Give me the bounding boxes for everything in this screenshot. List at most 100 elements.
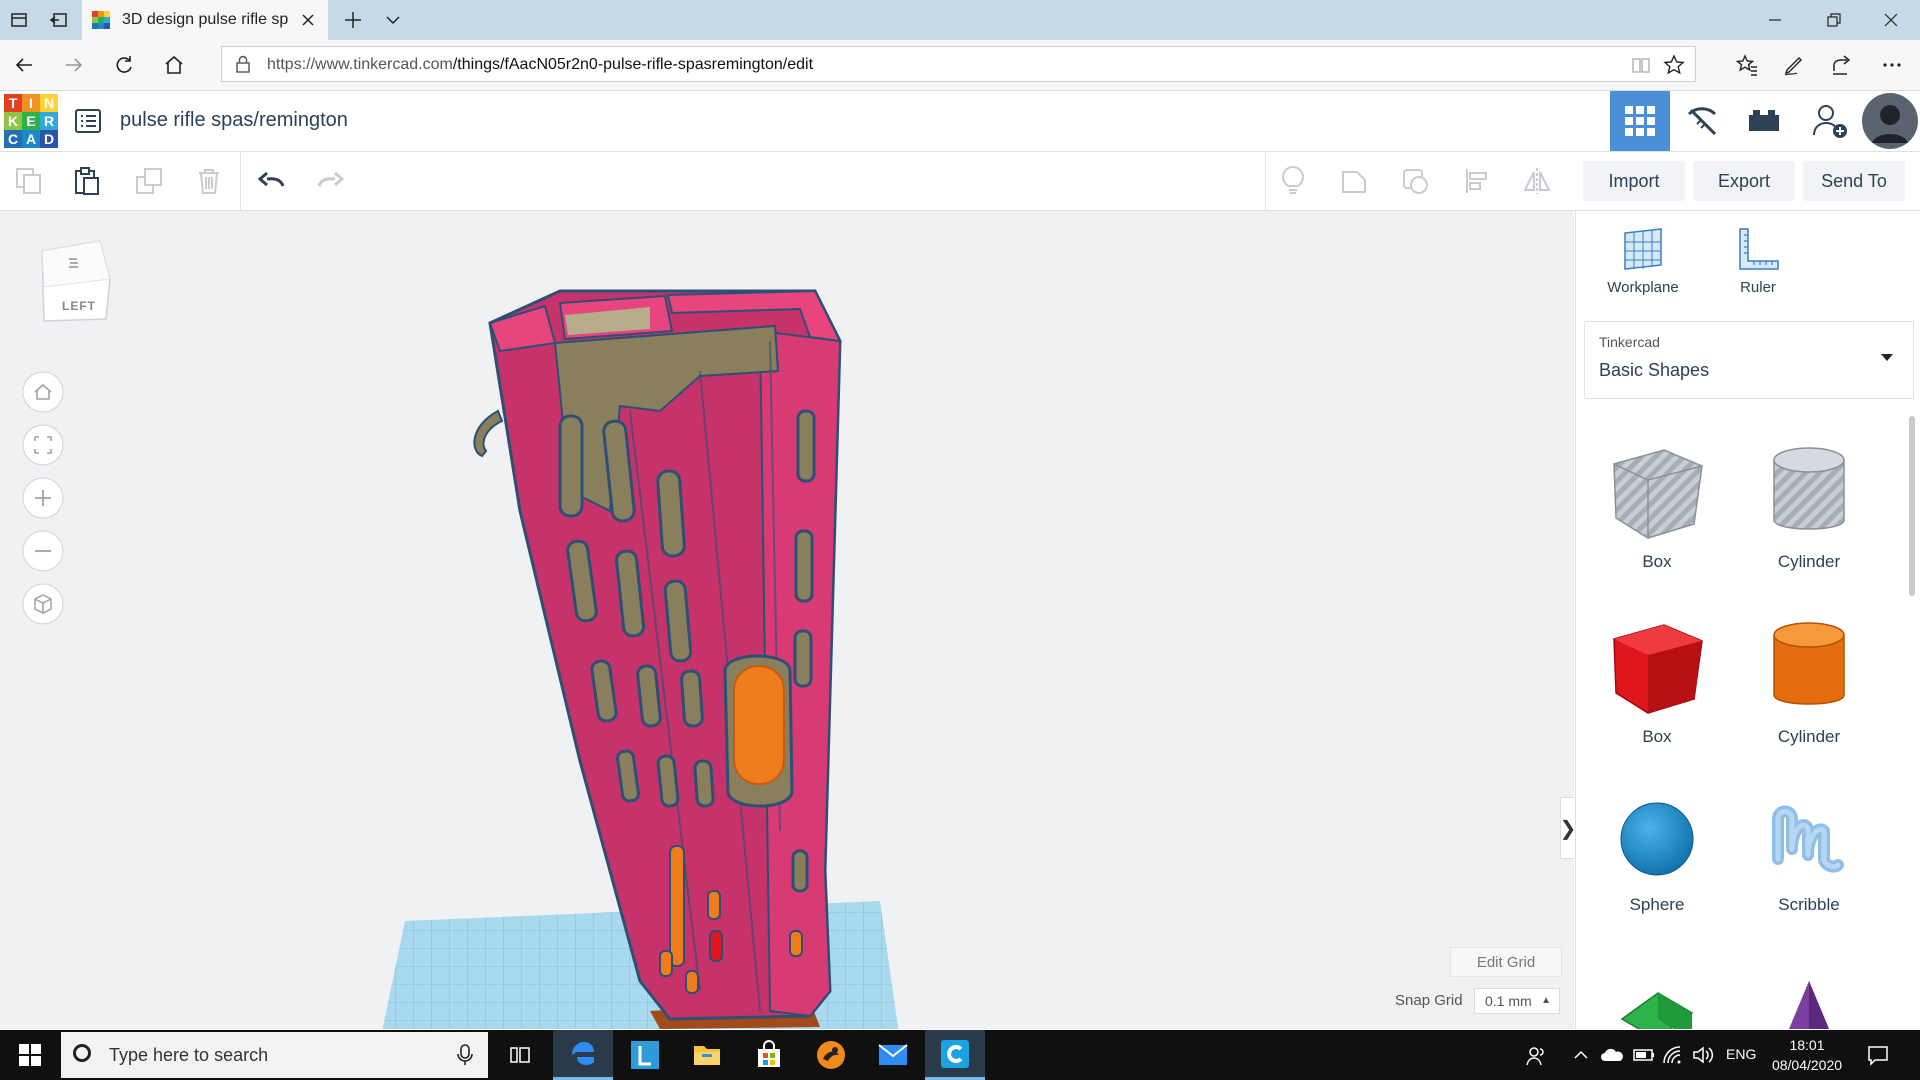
forward-icon[interactable] (62, 53, 86, 77)
favorites-icon[interactable] (1735, 53, 1759, 77)
chevron-up-icon[interactable] (1572, 1045, 1590, 1065)
orange-cylinder-part[interactable] (733, 665, 785, 785)
group-icon[interactable] (1337, 164, 1371, 198)
workplane-tool[interactable]: Workplane (1588, 227, 1698, 296)
chevron-down-icon[interactable] (382, 9, 404, 31)
ungroup-icon[interactable] (1399, 164, 1433, 198)
minimize-icon[interactable] (1746, 0, 1804, 40)
shape-box[interactable]: Box (1587, 611, 1727, 747)
logo-letter: C (4, 130, 22, 148)
l-app-button[interactable] (615, 1030, 675, 1080)
shape-cylinder-hole[interactable]: Cylinder (1739, 436, 1879, 572)
library-category: Tinkercad (1599, 334, 1660, 350)
url-text: https://www.tinkercad.com/things/fAacN05… (267, 56, 813, 74)
bricks-view-button[interactable] (1734, 91, 1794, 151)
import-button[interactable]: Import (1583, 161, 1685, 201)
pyramid-icon (1789, 981, 1829, 1029)
3d-design-view-button[interactable] (1610, 91, 1670, 151)
tab-close-icon[interactable] (298, 10, 318, 30)
avatar[interactable] (1860, 91, 1920, 151)
shape-sphere[interactable]: Sphere (1587, 789, 1727, 915)
shape-label: Sphere (1629, 895, 1685, 914)
logo-letter: A (22, 130, 40, 148)
ruler-tool[interactable]: Ruler (1703, 227, 1813, 296)
panel-collapse-toggle[interactable]: ❯ (1560, 797, 1574, 859)
reading-view-icon[interactable] (1631, 55, 1651, 75)
tab-title: 3D design pulse rifle sp (122, 11, 289, 28)
caret-up-icon: ▲ (1541, 995, 1551, 1006)
snap-grid-select[interactable]: 0.1 mm ▲ (1474, 988, 1560, 1014)
microphone-icon[interactable] (456, 1044, 474, 1066)
system-clock[interactable]: 18:01 08/04/2020 (1762, 1035, 1852, 1075)
shape-box-hole[interactable]: Box (1587, 436, 1727, 572)
paste-icon[interactable] (70, 164, 104, 198)
browser-tab[interactable]: 3D design pulse rifle sp (82, 0, 328, 40)
back-icon[interactable] (12, 53, 36, 77)
start-button[interactable] (0, 1030, 60, 1080)
game-app-button[interactable] (801, 1030, 861, 1080)
lock-icon[interactable] (234, 55, 252, 73)
edit-grid-button[interactable]: Edit Grid (1450, 947, 1562, 977)
lightbulb-icon[interactable] (1276, 164, 1310, 198)
tabs-aside-icon[interactable] (48, 9, 70, 31)
onedrive-icon[interactable] (1600, 1045, 1624, 1065)
share-icon[interactable] (1830, 53, 1854, 77)
undo-icon[interactable] (255, 164, 289, 198)
favorite-star-icon[interactable] (1663, 54, 1685, 76)
sphere-icon (1620, 802, 1694, 876)
file-explorer-button[interactable] (677, 1030, 737, 1080)
address-input[interactable]: https://www.tinkercad.com/things/fAacN05… (221, 46, 1696, 82)
shape-cylinder[interactable]: Cylinder (1739, 611, 1879, 747)
tinkercad-favicon (92, 11, 110, 29)
people-icon[interactable] (1525, 1045, 1547, 1067)
duplicate-icon[interactable] (132, 164, 166, 198)
mail-button[interactable] (863, 1030, 923, 1080)
design-title[interactable]: pulse rifle spas/remington (120, 109, 348, 132)
add-user-button[interactable] (1800, 91, 1860, 151)
new-tab-icon[interactable] (342, 9, 364, 31)
input-language[interactable]: ENG (1726, 1046, 1756, 1062)
workplane-icon (1624, 228, 1662, 270)
panel-scrollbar[interactable] (1909, 416, 1915, 596)
edge-taskbar-button[interactable] (553, 1030, 613, 1080)
add-user-icon (1813, 105, 1847, 138)
volume-icon[interactable] (1692, 1045, 1714, 1065)
tab-actions-icon[interactable] (8, 9, 30, 31)
refresh-icon[interactable] (112, 53, 136, 77)
restore-icon[interactable] (1805, 0, 1863, 40)
shape-roof[interactable] (1587, 971, 1727, 1029)
avatar-icon (1862, 93, 1918, 149)
redo-icon[interactable] (313, 164, 347, 198)
taskbar-search-input[interactable]: Type here to search (61, 1032, 488, 1078)
logo-letter: T (4, 94, 22, 112)
more-icon[interactable] (1880, 53, 1904, 77)
task-view-button[interactable] (490, 1030, 550, 1080)
close-window-icon[interactable] (1862, 0, 1920, 40)
shape-library-select[interactable]: Tinkercad Basic Shapes (1584, 321, 1914, 399)
c-app-button[interactable] (925, 1030, 985, 1080)
export-button[interactable]: Export (1693, 161, 1795, 201)
minecraft-view-button[interactable] (1672, 91, 1732, 151)
design-list-icon[interactable] (74, 107, 102, 135)
trash-icon[interactable] (192, 164, 226, 198)
align-icon[interactable] (1460, 164, 1494, 198)
cortana-icon (73, 1044, 91, 1062)
home-icon[interactable] (162, 53, 186, 77)
workplane-canvas[interactable]: LEFT Edit Grid Snap Grid 0.1 mm ▲ (0, 211, 1574, 1029)
send-to-button[interactable]: Send To (1803, 161, 1905, 201)
shape-scribble[interactable]: Scribble (1739, 789, 1879, 915)
store-button[interactable] (739, 1030, 799, 1080)
tinkercad-logo[interactable]: TINKERCAD (4, 94, 58, 148)
action-center-icon[interactable] (1866, 1043, 1890, 1067)
mirror-icon[interactable] (1520, 164, 1554, 198)
pen-icon[interactable] (1782, 53, 1806, 77)
edge-icon (572, 1041, 594, 1065)
shape-label: Box (1642, 727, 1672, 746)
wifi-icon[interactable] (1662, 1045, 1684, 1065)
copy-icon[interactable] (12, 164, 46, 198)
url-host: https://www.tinkercad.com (267, 56, 453, 73)
shape-pyramid[interactable] (1739, 971, 1879, 1029)
pulse-rifle-handguard-model[interactable] (473, 289, 842, 1021)
battery-icon[interactable] (1632, 1045, 1656, 1065)
shape-label: Cylinder (1777, 727, 1841, 746)
